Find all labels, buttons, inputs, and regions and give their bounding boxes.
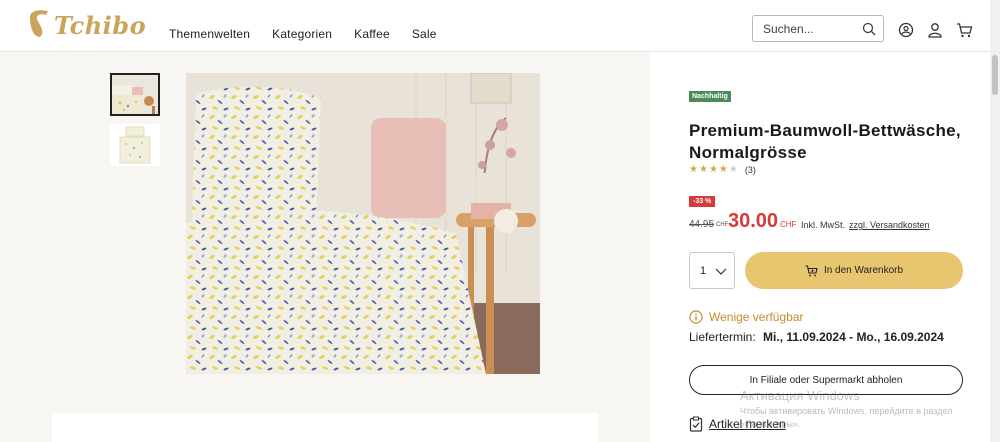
star-icon: ★ bbox=[689, 164, 698, 175]
scrollbar-thumb[interactable] bbox=[992, 55, 998, 95]
rating-count[interactable]: (3) bbox=[745, 165, 756, 175]
star-icon: ★ bbox=[698, 164, 708, 175]
product-title: Premium-Baumwoll-Bettwäsche, Normalgröss… bbox=[689, 121, 961, 162]
nav-item-kaffee[interactable]: Kaffee bbox=[354, 27, 390, 41]
gallery-thumbnail-2[interactable] bbox=[110, 124, 160, 166]
user-icon[interactable] bbox=[927, 22, 943, 38]
windows-activation-title: Активация Windows bbox=[740, 388, 860, 403]
clipboard-check-icon bbox=[689, 416, 703, 432]
old-price: 44.95 bbox=[689, 219, 715, 230]
search-box[interactable] bbox=[752, 15, 884, 42]
vat-note: Inkl. MwSt. bbox=[801, 220, 846, 230]
account-switch-icon[interactable] bbox=[898, 22, 914, 38]
cart-icon[interactable] bbox=[956, 22, 973, 38]
add-to-cart-button[interactable]: In den Warenkorb bbox=[745, 252, 963, 289]
tchibo-logo[interactable]: Tchibo bbox=[26, 5, 146, 40]
shipping-costs-link[interactable]: zzgl. Versandkosten bbox=[849, 220, 930, 230]
add-to-cart-label: In den Warenkorb bbox=[823, 265, 904, 276]
main-nav: Themenwelten Kategorien Kaffee Sale bbox=[169, 27, 459, 41]
star-empty-icon: ★ bbox=[728, 164, 738, 175]
nav-item-kategorien[interactable]: Kategorien bbox=[272, 27, 332, 41]
current-price: 30.00 bbox=[728, 210, 779, 232]
discount-badge: -33 % bbox=[689, 196, 716, 207]
availability-status: Wenige verfügbar bbox=[689, 310, 804, 324]
sustainability-badge: Nachhaltig bbox=[689, 91, 731, 102]
star-icon: ★ bbox=[718, 164, 728, 175]
cart-plus-icon bbox=[805, 264, 818, 276]
delivery-info: Liefertermin: Mi., 11.09.2024 - Mo., 16.… bbox=[689, 330, 944, 344]
page-scrollbar[interactable] bbox=[990, 0, 1000, 442]
site-header: Tchibo Themenwelten Kategorien Kaffee Sa… bbox=[0, 0, 990, 52]
windows-activation-text: Чтобы активировать Windows, перейдите в … bbox=[740, 406, 953, 429]
content-card bbox=[52, 413, 598, 442]
search-icon[interactable] bbox=[862, 22, 876, 36]
search-input[interactable] bbox=[763, 22, 858, 36]
bedding-set-thumbnail-image bbox=[110, 124, 160, 166]
logo-text: Tchibo bbox=[54, 11, 147, 40]
info-icon bbox=[689, 310, 703, 324]
delivery-dates: Mi., 11.09.2024 - Mo., 16.09.2024 bbox=[763, 330, 944, 344]
availability-text: Wenige verfügbar bbox=[709, 310, 804, 324]
nav-item-themenwelten[interactable]: Themenwelten bbox=[169, 27, 250, 41]
bedding-thumbnail-image bbox=[112, 75, 158, 114]
main-product-image[interactable] bbox=[186, 73, 540, 374]
product-rating[interactable]: ★ ★ ★ ★ ★ (3) bbox=[689, 164, 756, 175]
delivery-label: Liefertermin: bbox=[689, 330, 756, 344]
chevron-down-icon bbox=[715, 268, 727, 275]
old-price-currency: CHF bbox=[716, 222, 729, 228]
quantity-select[interactable]: 1 bbox=[689, 252, 735, 289]
gallery-thumbnail-1[interactable] bbox=[110, 73, 160, 116]
logo-bean-icon bbox=[30, 10, 48, 37]
price-currency: CHF bbox=[780, 220, 797, 229]
star-icon: ★ bbox=[708, 164, 718, 175]
quantity-value: 1 bbox=[700, 265, 707, 277]
bedding-photo bbox=[186, 73, 540, 374]
nav-item-sale[interactable]: Sale bbox=[412, 27, 437, 41]
